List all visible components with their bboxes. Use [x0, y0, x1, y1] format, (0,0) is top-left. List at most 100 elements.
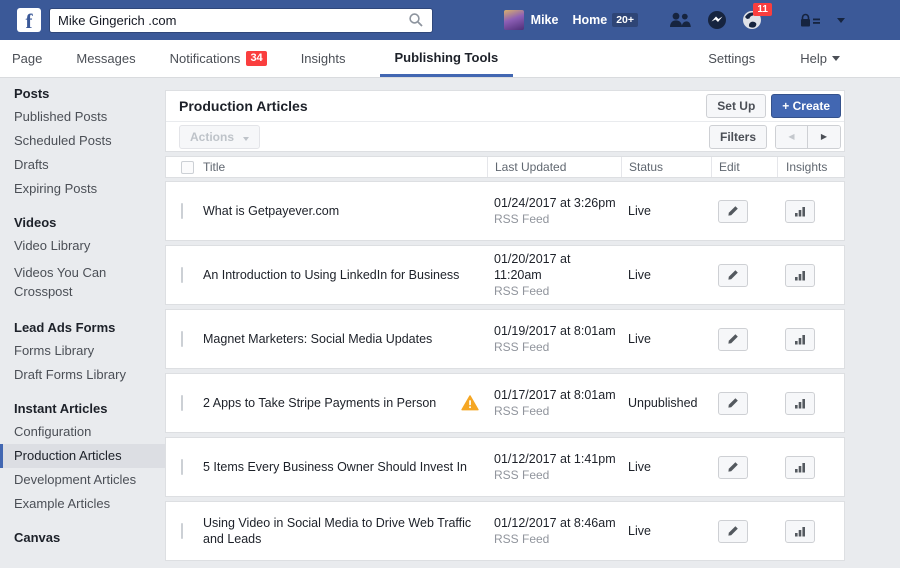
create-button[interactable]: + Create — [771, 94, 841, 118]
sidebar-item-development-articles[interactable]: Development Articles — [0, 468, 165, 492]
sidebar-section-canvas: Canvas — [0, 530, 165, 549]
row-checkbox[interactable] — [181, 331, 183, 347]
tab-insights[interactable]: Insights — [301, 40, 346, 77]
topbar-tools — [799, 13, 845, 27]
sidebar-item-forms-library[interactable]: Forms Library — [0, 339, 165, 363]
article-title[interactable]: 2 Apps to Take Stripe Payments in Person — [203, 395, 461, 411]
article-title[interactable]: An Introduction to Using LinkedIn for Bu… — [203, 267, 487, 283]
friend-requests-button[interactable] — [668, 12, 692, 28]
privacy-shortcuts-button[interactable] — [799, 13, 821, 27]
search-icon[interactable] — [408, 12, 424, 28]
article-row: An Introduction to Using LinkedIn for Bu… — [165, 245, 845, 305]
column-header-status[interactable]: Status — [621, 157, 711, 177]
search-box — [49, 8, 433, 33]
last-updated: 01/19/2017 at 8:01am — [494, 323, 621, 339]
messenger-button[interactable] — [707, 10, 727, 30]
home-count-badge: 20+ — [612, 13, 638, 27]
edit-button[interactable] — [718, 328, 748, 351]
messenger-icon — [707, 10, 727, 30]
insights-button[interactable] — [785, 264, 815, 287]
pencil-icon — [727, 269, 739, 281]
row-checkbox[interactable] — [181, 395, 183, 411]
bar-chart-icon — [794, 397, 806, 409]
profile-name-link[interactable]: Mike — [531, 13, 559, 27]
sidebar-item-scheduled-posts[interactable]: Scheduled Posts — [0, 129, 165, 153]
sidebar-item-production-articles[interactable]: Production Articles — [0, 444, 165, 468]
tab-publishing-tools[interactable]: Publishing Tools — [380, 40, 514, 77]
column-header-title[interactable]: Title — [203, 157, 487, 177]
insights-button[interactable] — [785, 392, 815, 415]
home-link[interactable]: Home — [572, 13, 607, 27]
previous-page-button[interactable]: ◀ — [776, 126, 808, 148]
pagination: ◀ ▶ — [775, 125, 841, 149]
tab-notifications[interactable]: Notifications 34 — [170, 40, 267, 77]
nav-tabs: Page Messages Notifications 34 Insights … — [0, 40, 532, 77]
bar-chart-icon — [794, 269, 806, 281]
account-menu-caret-icon[interactable] — [837, 18, 845, 23]
article-title[interactable]: Magnet Marketers: Social Media Updates — [203, 331, 487, 347]
status-label: Live — [621, 332, 711, 346]
search-input[interactable] — [50, 13, 408, 28]
tab-notifications-label: Notifications — [170, 51, 241, 66]
column-header-insights: Insights — [777, 157, 844, 177]
help-menu[interactable]: Help — [800, 51, 840, 66]
sidebar-section-videos: Videos — [0, 215, 165, 234]
article-source: RSS Feed — [494, 283, 621, 299]
tab-messages[interactable]: Messages — [76, 40, 135, 77]
pencil-icon — [727, 525, 739, 537]
edit-button[interactable] — [718, 200, 748, 223]
last-updated: 01/20/2017 at 11:20am — [494, 251, 621, 283]
row-checkbox[interactable] — [181, 203, 183, 219]
notifications-tab-badge: 34 — [246, 51, 266, 66]
settings-link[interactable]: Settings — [708, 51, 755, 66]
insights-button[interactable] — [785, 200, 815, 223]
article-title[interactable]: Using Video in Social Media to Drive Web… — [203, 515, 487, 547]
last-updated: 01/17/2017 at 8:01am — [494, 387, 621, 403]
bar-chart-icon — [794, 333, 806, 345]
article-row: Using Video in Social Media to Drive Web… — [165, 501, 845, 561]
sidebar-item-video-library[interactable]: Video Library — [0, 234, 165, 258]
sidebar-item-expiring-posts[interactable]: Expiring Posts — [0, 177, 165, 201]
row-checkbox[interactable] — [181, 459, 183, 475]
sidebar-item-videos-you-can-crosspost[interactable]: Videos You Can Crosspost — [0, 258, 165, 306]
publishing-tools-sidebar: Posts Published Posts Scheduled Posts Dr… — [0, 78, 165, 568]
sidebar-item-drafts[interactable]: Drafts — [0, 153, 165, 177]
friend-requests-icon — [668, 12, 692, 28]
sidebar-section-posts: Posts — [0, 86, 165, 105]
tab-page[interactable]: Page — [12, 40, 42, 77]
sidebar-item-configuration[interactable]: Configuration — [0, 420, 165, 444]
notifications-count-badge: 11 — [753, 3, 772, 16]
bar-chart-icon — [794, 205, 806, 217]
edit-button[interactable] — [718, 392, 748, 415]
row-checkbox[interactable] — [181, 523, 183, 539]
next-page-button[interactable]: ▶ — [808, 126, 840, 148]
insights-button[interactable] — [785, 456, 815, 479]
sidebar-item-example-articles[interactable]: Example Articles — [0, 492, 165, 516]
column-header-last-updated[interactable]: Last Updated — [487, 157, 621, 177]
last-updated: 01/12/2017 at 1:41pm — [494, 451, 621, 467]
row-checkbox[interactable] — [181, 267, 183, 283]
select-all-checkbox[interactable] — [181, 161, 194, 174]
set-up-button[interactable]: Set Up — [706, 94, 766, 118]
edit-button[interactable] — [718, 264, 748, 287]
status-label: Live — [621, 524, 711, 538]
sidebar-section-instant-articles: Instant Articles — [0, 401, 165, 420]
page-admin-nav: Page Messages Notifications 34 Insights … — [0, 40, 900, 78]
article-rows: What is Getpayever.com 01/24/2017 at 3:2… — [165, 181, 845, 561]
facebook-logo-icon[interactable]: f — [17, 8, 41, 32]
insights-button[interactable] — [785, 520, 815, 543]
actions-dropdown-button[interactable]: Actions — [179, 125, 260, 149]
insights-button[interactable] — [785, 328, 815, 351]
filters-button[interactable]: Filters — [709, 125, 767, 149]
last-updated: 01/12/2017 at 8:46am — [494, 515, 621, 531]
avatar[interactable] — [504, 10, 524, 30]
edit-button[interactable] — [718, 456, 748, 479]
sidebar-item-published-posts[interactable]: Published Posts — [0, 105, 165, 129]
sidebar-item-draft-forms-library[interactable]: Draft Forms Library — [0, 363, 165, 387]
edit-button[interactable] — [718, 520, 748, 543]
panel-title-row: Production Articles Set Up + Create — [166, 91, 844, 121]
notifications-button[interactable]: 11 — [742, 10, 762, 30]
pencil-icon — [727, 333, 739, 345]
article-title[interactable]: What is Getpayever.com — [203, 203, 487, 219]
article-title[interactable]: 5 Items Every Business Owner Should Inve… — [203, 459, 487, 475]
